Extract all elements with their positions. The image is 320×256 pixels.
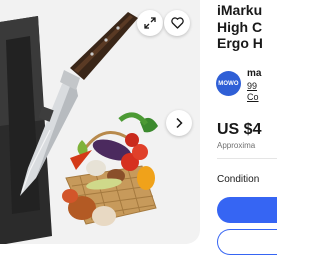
add-to-cart-button[interactable] xyxy=(217,229,277,255)
expand-icon xyxy=(144,17,156,29)
divider xyxy=(217,158,277,159)
watch-button[interactable] xyxy=(164,10,190,36)
title-line: Ergo H xyxy=(217,35,263,51)
seller-name[interactable]: ma xyxy=(247,68,261,79)
condition-label: Condition xyxy=(217,174,260,185)
contact-seller-link[interactable]: Co xyxy=(247,92,259,102)
buy-it-now-button[interactable] xyxy=(217,197,277,223)
seller-feedback-score[interactable]: 99 xyxy=(247,81,257,91)
next-image-button[interactable] xyxy=(166,110,192,136)
expand-button[interactable] xyxy=(137,10,163,36)
title-line: iMarku xyxy=(217,2,263,18)
seller-logo[interactable]: MOWO xyxy=(216,71,241,96)
listing-title: iMarku High C Ergo H xyxy=(217,2,277,52)
heart-icon xyxy=(170,17,184,29)
chevron-right-icon xyxy=(174,117,184,129)
title-line: High C xyxy=(217,18,263,35)
approximate-price: Approxima xyxy=(217,141,256,150)
image-gallery[interactable] xyxy=(0,0,200,244)
item-price: US $4 xyxy=(217,121,262,138)
